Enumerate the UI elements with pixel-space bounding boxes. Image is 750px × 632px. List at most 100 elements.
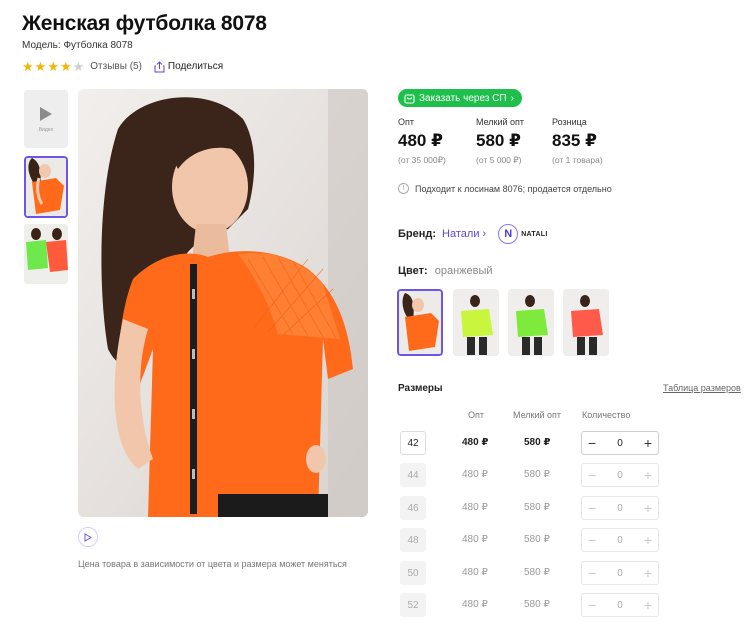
quantity-value[interactable]: 0: [617, 503, 623, 514]
increment-button[interactable]: +: [644, 501, 652, 515]
decrement-button[interactable]: −: [588, 501, 596, 515]
brand-row: Бренд: Натали › N NATALI: [398, 224, 548, 244]
size-price-opt: 480 ₽: [462, 567, 488, 578]
main-product-photo[interactable]: [78, 89, 368, 517]
gallery-thumbnail-1[interactable]: [24, 156, 68, 218]
size-price-opt: 480 ₽: [462, 534, 488, 545]
star-icon: ★: [34, 59, 47, 74]
gallery-thumbnail-2[interactable]: [24, 224, 68, 284]
color-swatch-coral[interactable]: [563, 289, 609, 356]
quantity-stepper: − 0 +: [581, 528, 659, 552]
size-label: 50: [400, 561, 426, 585]
play-icon: [84, 532, 92, 542]
decrement-button[interactable]: −: [588, 468, 596, 482]
video-label: Видео: [38, 126, 54, 133]
quantity-value[interactable]: 0: [617, 438, 623, 449]
order-via-sp-button[interactable]: Заказать через СП ›: [398, 89, 522, 107]
star-empty-icon: ★: [72, 59, 85, 74]
increment-button[interactable]: +: [644, 468, 652, 482]
increment-button[interactable]: +: [644, 566, 652, 580]
thumbnail-photo: [24, 224, 68, 284]
brand-logo-mark: N: [498, 224, 519, 244]
decrement-button[interactable]: −: [588, 598, 596, 612]
color-row: Цвет: оранжевый: [398, 265, 493, 277]
price-condition: (от 1 товара): [552, 155, 603, 165]
size-price-opt: 480 ₽: [462, 502, 488, 513]
size-row-44: 44 480 ₽ 580 ₽ − 0 +: [400, 463, 662, 489]
brand-link[interactable]: Натали ›: [442, 228, 486, 240]
quantity-stepper: − 0 +: [581, 431, 659, 455]
column-header-small-opt: Мелкий опт: [513, 410, 562, 420]
reviews-link[interactable]: Отзывы (5): [90, 61, 142, 72]
color-swatch-green[interactable]: [508, 289, 554, 356]
size-table-link[interactable]: Таблица размеров: [663, 383, 741, 393]
column-header-quantity: Количество: [582, 410, 631, 420]
star-icon: ★: [59, 59, 72, 74]
quantity-value[interactable]: 0: [617, 470, 623, 481]
video-thumbnail[interactable]: Видео: [24, 90, 68, 148]
decrement-button[interactable]: −: [588, 566, 596, 580]
quantity-stepper: − 0 +: [581, 561, 659, 585]
column-header-opt: Опт: [468, 410, 484, 420]
size-price-opt: 480 ₽: [462, 599, 488, 610]
quantity-stepper: − 0 +: [581, 593, 659, 617]
brand-logo-text: NATALI: [521, 230, 548, 238]
rating-row: ★ ★ ★ ★ ★ Отзывы (5) Поделиться: [22, 60, 223, 73]
info-icon: !: [398, 183, 409, 194]
swatch-photo: [453, 289, 499, 356]
swatch-photo: [399, 291, 441, 354]
star-icon: ★: [22, 59, 34, 74]
fits-note: ! Подходит к лосинам 8076; продается отд…: [398, 183, 612, 194]
swatch-photo: [508, 289, 554, 356]
sizes-title: Размеры: [398, 383, 443, 394]
size-label: 48: [400, 528, 426, 552]
share-button[interactable]: Поделиться: [154, 60, 224, 73]
size-label: 44: [400, 463, 426, 487]
quantity-stepper: − 0 +: [581, 496, 659, 520]
play-icon: [40, 106, 52, 121]
order-button-label: Заказать через СП: [419, 92, 507, 104]
increment-button[interactable]: +: [644, 533, 652, 547]
quantity-value[interactable]: 0: [617, 600, 623, 611]
color-label: Цвет:: [398, 265, 428, 277]
color-swatch-lime[interactable]: [453, 289, 499, 356]
size-row-52: 52 480 ₽ 580 ₽ − 0 +: [400, 593, 662, 619]
size-label: 52: [400, 593, 426, 617]
thumbnail-photo: [26, 158, 66, 216]
brand-logo[interactable]: N NATALI: [498, 224, 547, 244]
bag-icon: [404, 93, 415, 104]
size-label: 46: [400, 496, 426, 520]
price-small-wholesale: Мелкий опт 580 ₽ (от 5 000 ₽): [476, 117, 524, 166]
size-price-small-opt: 580 ₽: [524, 567, 550, 578]
price-note: Цена товара в зависимости от цвета и раз…: [78, 559, 347, 569]
size-row-48: 48 480 ₽ 580 ₽ − 0 +: [400, 528, 662, 554]
chevron-right-icon: ›: [510, 92, 514, 104]
quantity-value[interactable]: 0: [617, 568, 623, 579]
price-label: Мелкий опт: [476, 117, 525, 127]
size-price-small-opt: 580 ₽: [524, 502, 550, 513]
price-condition: (от 5 000 ₽): [476, 155, 522, 165]
price-label: Опт: [398, 117, 414, 127]
product-title: Женская футболка 8078: [22, 12, 267, 35]
price-condition: (от 35 000₽): [398, 155, 446, 165]
increment-button[interactable]: +: [644, 436, 652, 450]
rating-stars: ★ ★ ★ ★ ★: [22, 60, 84, 73]
price-wholesale: Опт 480 ₽ (от 35 000₽): [398, 117, 446, 166]
play-video-button[interactable]: [78, 527, 98, 547]
size-price-opt: 480 ₽: [462, 469, 488, 480]
price-value: 835 ₽: [552, 131, 597, 150]
decrement-button[interactable]: −: [588, 533, 596, 547]
share-label: Поделиться: [167, 61, 224, 72]
quantity-value[interactable]: 0: [617, 535, 623, 546]
price-retail: Розница 835 ₽ (от 1 товара): [552, 117, 603, 165]
size-price-small-opt: 580 ₽: [524, 599, 550, 610]
brand-label: Бренд:: [398, 228, 437, 240]
price-label: Розница: [552, 117, 587, 127]
brand-name: Натали: [442, 228, 480, 240]
color-swatch-orange[interactable]: [397, 289, 443, 356]
swatch-photo: [563, 289, 609, 356]
increment-button[interactable]: +: [644, 598, 652, 612]
decrement-button[interactable]: −: [588, 436, 596, 450]
size-price-small-opt: 580 ₽: [524, 534, 550, 545]
price-value: 480 ₽: [398, 131, 443, 150]
